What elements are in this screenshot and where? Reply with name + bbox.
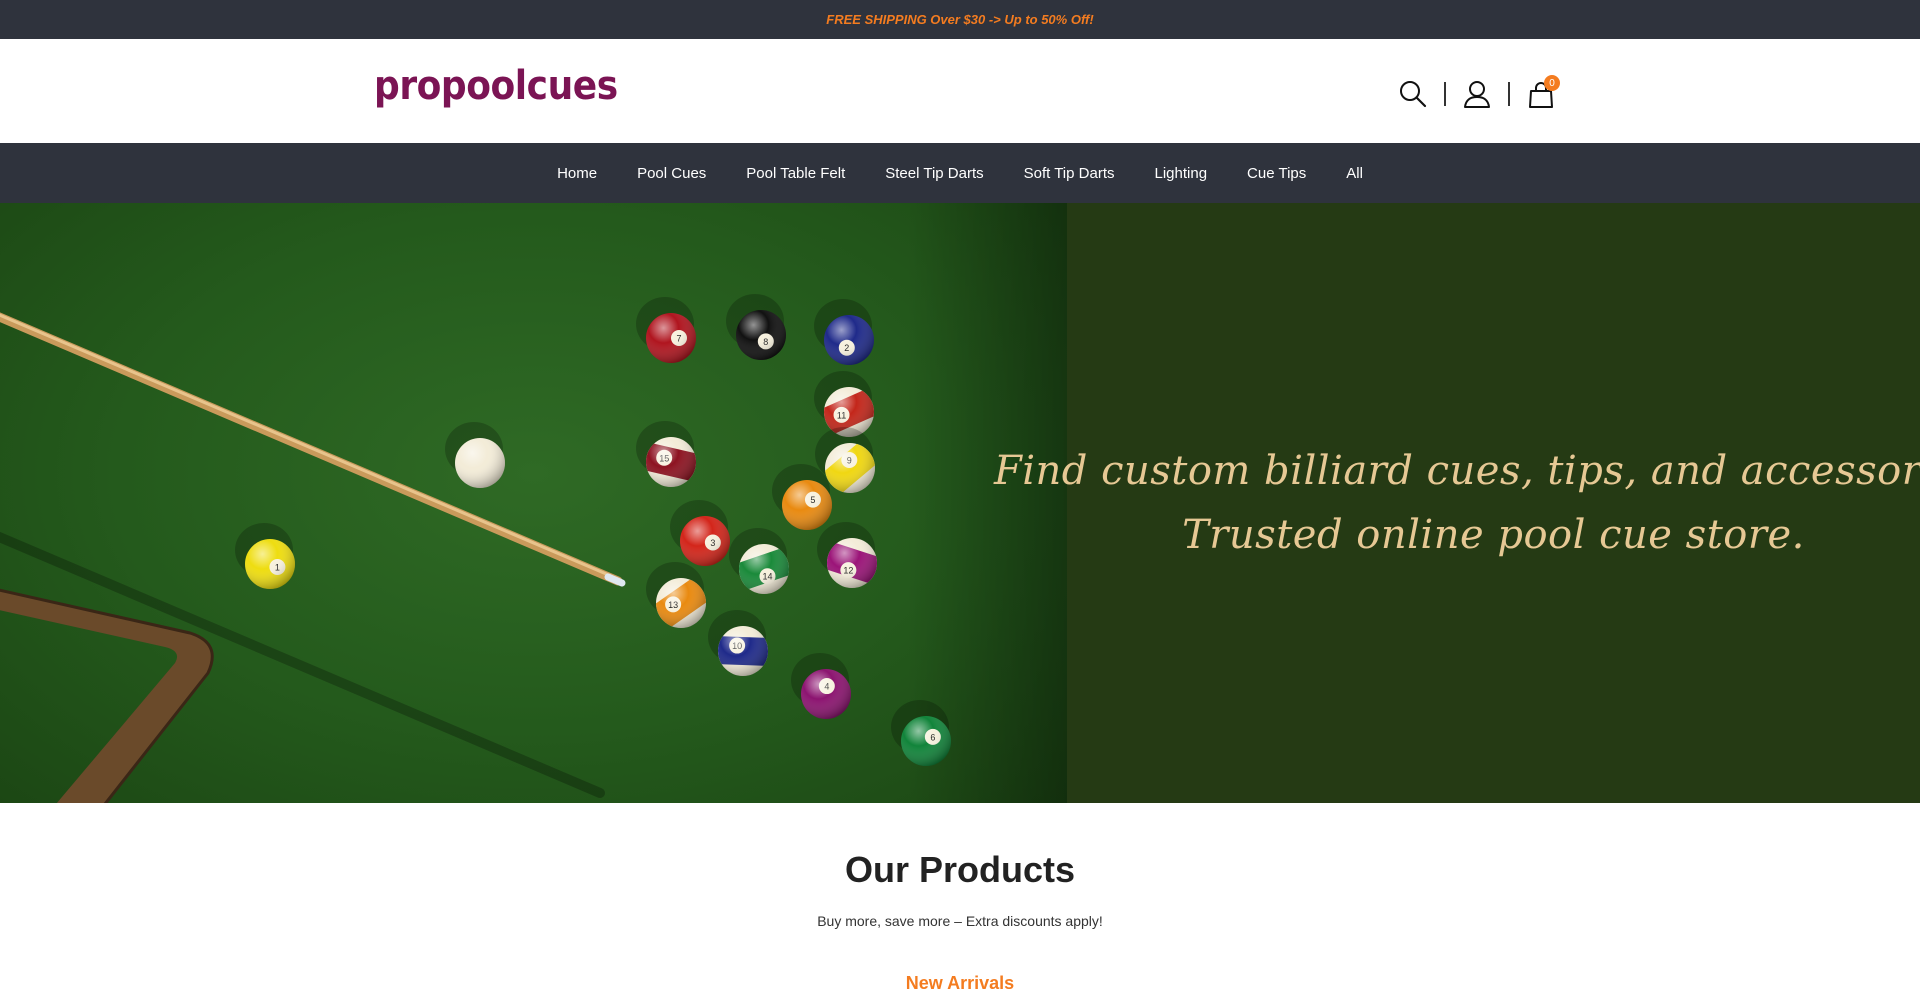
- main-nav: Home Pool Cues Pool Table Felt Steel Tip…: [0, 143, 1920, 203]
- hero-banner[interactable]: 782111595314121310461 Find custom billia…: [0, 203, 1920, 803]
- nav-item-soft-tip-darts[interactable]: Soft Tip Darts: [1024, 165, 1115, 182]
- cart-count-badge: 0: [1544, 75, 1560, 91]
- nav-item-home[interactable]: Home: [557, 165, 597, 182]
- header-divider: [1444, 82, 1446, 106]
- billiards-table-image: 782111595314121310461: [0, 203, 1067, 803]
- site-logo[interactable]: propoolcues: [374, 63, 618, 109]
- announcement-bar: FREE SHIPPING Over $30 -> Up to 50% Off!: [0, 0, 1920, 39]
- nav-item-pool-cues[interactable]: Pool Cues: [637, 165, 706, 182]
- hero-headline: Find custom billiard cues, tips, and acc…: [993, 448, 1920, 494]
- search-icon[interactable]: [1396, 77, 1430, 111]
- section-title: Our Products: [844, 849, 1076, 890]
- nav-item-all[interactable]: All: [1346, 165, 1363, 182]
- cart-icon[interactable]: 0: [1524, 75, 1560, 111]
- site-header: propoolcues 0: [0, 39, 1920, 143]
- hero-subheadline: Trusted online pool cue store.: [1182, 512, 1805, 558]
- user-icon[interactable]: [1460, 77, 1494, 111]
- nav-item-lighting[interactable]: Lighting: [1155, 165, 1208, 182]
- nav-item-cue-tips[interactable]: Cue Tips: [1247, 165, 1306, 182]
- nav-item-pool-table-felt[interactable]: Pool Table Felt: [746, 165, 845, 182]
- hero-text-panel: Find custom billiard cues, tips, and acc…: [994, 203, 1920, 803]
- nav-item-steel-tip-darts[interactable]: Steel Tip Darts: [885, 165, 983, 182]
- new-arrivals-tab[interactable]: New Arrivals: [0, 973, 1920, 994]
- header-icons: 0: [1396, 75, 1560, 112]
- announcement-text: FREE SHIPPING Over $30 -> Up to 50% Off!: [826, 12, 1094, 27]
- products-section: Our Products Buy more, save more – Extra…: [0, 803, 1920, 993]
- header-divider: [1508, 82, 1510, 106]
- hero-image: 782111595314121310461: [0, 203, 1067, 803]
- section-subtitle: Buy more, save more – Extra discounts ap…: [817, 913, 1103, 929]
